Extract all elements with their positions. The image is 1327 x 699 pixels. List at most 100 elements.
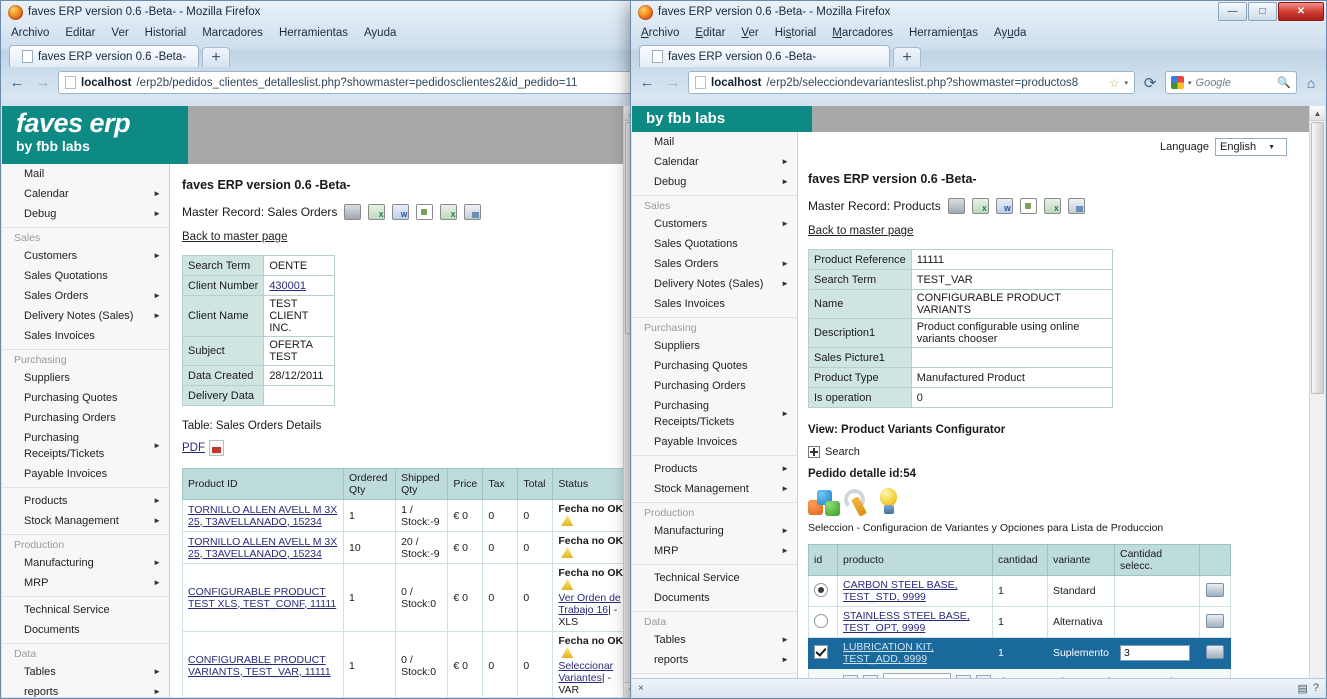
page-export-icon[interactable] [1020,198,1037,214]
new-tab-button[interactable]: + [893,47,921,67]
addon-icon[interactable]: ▤ [1297,682,1307,695]
sidebar-item-products[interactable]: Products► [632,459,797,479]
grid-header-variante[interactable]: variante [1047,545,1114,576]
menu-herramientas[interactable]: Herramientas [279,27,348,39]
sidebar-item-purchasing-quotes[interactable]: Purchasing Quotes [632,356,797,376]
menu-bar-right[interactable]: Archivo Editar Ver Historial Marcadores … [631,23,1326,43]
csv-export-icon[interactable] [1068,198,1085,214]
title-bar-right[interactable]: faves ERP version 0.6 -Beta- - Mozilla F… [631,1,1326,23]
product-link[interactable]: TORNILLO ALLEN AVELL M 3X 25, T3AVELLANA… [188,504,337,528]
maximize-button[interactable]: □ [1248,2,1277,21]
grid-header-product-id[interactable]: Product ID [183,469,344,500]
sidebar-item-products[interactable]: Products► [2,491,169,511]
nav-bar-right[interactable]: ← → localhost/erp2b/selecciondevariantes… [631,67,1326,98]
browser-window-right[interactable]: faves ERP version 0.6 -Beta- - Mozilla F… [630,0,1327,699]
search-bar-right[interactable]: ▾ Google 🔍 [1165,71,1297,94]
sidebar-item-mrp[interactable]: MRP► [2,573,169,593]
cell-cantidad-selecc[interactable] [1115,576,1200,607]
word-export-icon[interactable] [392,204,409,220]
table-row[interactable]: CONFIGURABLE PRODUCT TEST XLS, TEST_CONF… [183,564,631,632]
menu-ayuda[interactable]: Ayuda [364,27,396,39]
table-row[interactable]: CARBON STEEL BASE, TEST_STD, 99991Standa… [809,576,1231,607]
back-to-master-link-right[interactable]: Back to master page [808,225,913,237]
address-bar-right[interactable]: localhost/erp2b/selecciondevarianteslist… [688,71,1135,94]
product-variants-grid[interactable]: idproductocantidadvarianteCantidad selec… [808,544,1231,669]
menu-marcadores[interactable]: Marcadores [832,27,893,39]
menu-historial[interactable]: Historial [775,27,817,39]
excel-export-icon[interactable] [972,198,989,214]
address-bar-left[interactable]: localhost/erp2b/pedidos_clientes_detalle… [58,71,635,94]
pdf-icon[interactable] [209,440,224,456]
sidebar-item-purchasing-receipts-tickets[interactable]: Purchasing Receipts/Tickets► [2,428,169,464]
back-button[interactable]: ← [6,73,28,93]
minimize-button[interactable]: — [1218,2,1247,21]
sidebar-item-sales-invoices[interactable]: Sales Invoices [632,294,797,314]
browser-tab-right[interactable]: faves ERP version 0.6 -Beta- [639,45,890,67]
table-row[interactable]: TORNILLO ALLEN AVELL M 3X 25, T3AVELLANA… [183,532,631,564]
sidebar-item-payable-invoices[interactable]: Payable Invoices [2,464,169,484]
sidebar-item-debug[interactable]: Debug► [632,172,797,192]
sidebar-item-sales-orders[interactable]: Sales Orders► [632,254,797,274]
cell-producto[interactable]: STAINLESS STEEL BASE, TEST_OPT, 9999 [838,607,993,638]
grid-header-actions[interactable] [1200,545,1231,576]
print-icon[interactable] [344,204,361,220]
sidebar-item-sales-quotations[interactable]: Sales Quotations [2,266,169,286]
close-button[interactable]: ✕ [1278,2,1324,21]
sales-order-details-grid[interactable]: Product IDOrdered QtyShipped QtyPriceTax… [182,468,631,697]
scroll-up-button[interactable]: ▲ [1310,106,1325,121]
cell-print[interactable] [1200,638,1231,669]
bookmark-star-icon[interactable]: ☆ [1109,76,1119,90]
sidebar-left[interactable]: MailCalendar►Debug►SalesCustomers►Sales … [2,164,170,697]
printer-icon[interactable] [1206,583,1224,597]
sidebar-item-mail[interactable]: Mail [632,132,797,152]
cell-product[interactable]: CONFIGURABLE PRODUCT VARIANTS, TEST_VAR,… [183,632,344,698]
sidebar-item-purchasing-quotes[interactable]: Purchasing Quotes [2,388,169,408]
app-logo-right[interactable]: by fbb labs [632,106,812,132]
cell-selector[interactable] [809,576,838,607]
new-tab-button[interactable]: + [202,47,230,67]
sidebar-item-purchasing-receipts-tickets[interactable]: Purchasing Receipts/Tickets► [632,396,797,432]
product-link[interactable]: CONFIGURABLE PRODUCT TEST XLS, TEST_CONF… [188,586,336,610]
menu-archivo[interactable]: Archivo [641,27,679,39]
table-row[interactable]: STAINLESS STEEL BASE, TEST_OPT, 99991Alt… [809,607,1231,638]
menu-ayuda[interactable]: Ayuda [994,27,1026,39]
title-bar-left[interactable]: faves ERP version 0.6 -Beta- - Mozilla F… [1,1,640,23]
sidebar-item-documents[interactable]: Documents [632,588,797,608]
sidebar-item-stock-management[interactable]: Stock Management► [632,479,797,499]
sidebar-item-manufacturing[interactable]: Manufacturing► [2,553,169,573]
table-row[interactable]: TORNILLO ALLEN AVELL M 3X 25, T3AVELLANA… [183,500,631,532]
excel-export-2-icon[interactable] [440,204,457,220]
language-row[interactable]: Language English ▼ [808,138,1315,156]
sidebar-item-calendar[interactable]: Calendar► [632,152,797,172]
sidebar-item-mrp[interactable]: MRP► [632,541,797,561]
forward-button[interactable]: → [32,73,54,93]
menu-bar-left[interactable]: Archivo Editar Ver Historial Marcadores … [1,23,640,43]
sidebar-item-payable-invoices[interactable]: Payable Invoices [632,432,797,452]
browser-tab-left[interactable]: faves ERP version 0.6 -Beta- [9,45,199,67]
sidebar-item-purchasing-orders[interactable]: Purchasing Orders [2,408,169,428]
word-export-icon[interactable] [996,198,1013,214]
grid-header-producto[interactable]: producto [838,545,993,576]
sidebar-item-reports[interactable]: reports► [2,682,169,697]
sidebar-item-sales-orders[interactable]: Sales Orders► [2,286,169,306]
producto-link[interactable]: STAINLESS STEEL BASE, TEST_OPT, 9999 [843,610,970,634]
table-row[interactable]: CONFIGURABLE PRODUCT VARIANTS, TEST_VAR,… [183,632,631,698]
sidebar-item-stock-management[interactable]: Stock Management► [2,511,169,531]
tab-strip-right[interactable]: faves ERP version 0.6 -Beta- + [631,43,1326,67]
record-value[interactable]: 430001 [264,276,335,296]
sidebar-item-purchasing-orders[interactable]: Purchasing Orders [632,376,797,396]
page-export-icon[interactable] [416,204,433,220]
expand-plus-icon[interactable] [808,446,820,458]
sidebar-item-technical-service[interactable]: Technical Service [632,568,797,588]
radio-button[interactable] [814,583,828,597]
printer-icon[interactable] [1206,645,1224,659]
cell-product[interactable]: TORNILLO ALLEN AVELL M 3X 25, T3AVELLANA… [183,532,344,564]
search-icon[interactable]: 🔍 [1277,76,1291,89]
sidebar-item-documents[interactable]: Documents [2,620,169,640]
cell-print[interactable] [1200,576,1231,607]
sidebar-item-sales-quotations[interactable]: Sales Quotations [632,234,797,254]
grid-header-cantidad-selecc-[interactable]: Cantidad selecc. [1115,545,1200,576]
page-scrollbar-right[interactable]: ▲ ▼ [1309,106,1325,697]
help-icon[interactable]: ? [1313,682,1319,695]
record-value-link[interactable]: 430001 [269,280,306,292]
